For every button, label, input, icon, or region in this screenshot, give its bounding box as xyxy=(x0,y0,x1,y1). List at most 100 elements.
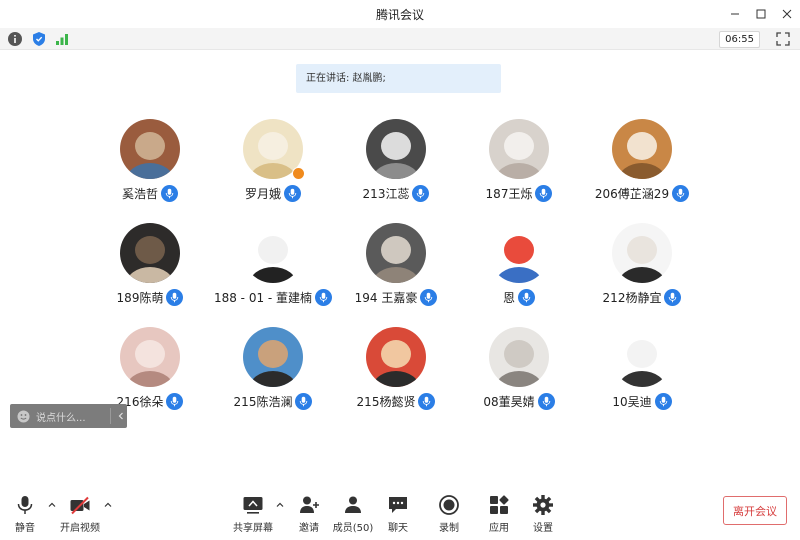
participant-card[interactable]: 194 王嘉豪 xyxy=(331,223,461,313)
fullscreen-icon[interactable] xyxy=(776,32,790,46)
chat-button[interactable]: 聊天 xyxy=(371,494,425,538)
chat-placeholder[interactable]: 说点什么... xyxy=(36,409,86,424)
microphone-icon xyxy=(166,393,184,410)
signal-icon[interactable] xyxy=(54,31,70,47)
share-screen-icon xyxy=(243,497,263,514)
avatar[interactable] xyxy=(612,119,672,179)
microphone-icon xyxy=(535,185,553,202)
avatar[interactable] xyxy=(612,223,672,283)
participant-name-line: 08董昊婧 xyxy=(454,393,584,410)
info-icon[interactable] xyxy=(7,31,23,47)
avatar[interactable] xyxy=(612,327,672,387)
video-label: 开启视频 xyxy=(60,523,100,534)
microphone-icon xyxy=(664,289,682,306)
settings-label: 设置 xyxy=(533,523,553,534)
microphone-icon xyxy=(672,185,690,202)
participant-name: 187王烁 xyxy=(485,187,533,201)
microphone-icon xyxy=(412,185,430,202)
avatar[interactable] xyxy=(366,119,426,179)
participant-name: 奚浩哲 xyxy=(121,187,158,201)
avatar[interactable] xyxy=(243,223,303,283)
participant-name: 215陈浩澜 xyxy=(233,395,293,409)
microphone-icon xyxy=(166,289,184,306)
microphone-icon xyxy=(420,289,438,306)
participant-name: 206傅芷涵29 xyxy=(594,187,670,201)
meeting-timer: 06:55 xyxy=(719,31,760,48)
microphone-icon xyxy=(654,393,672,410)
participant-card[interactable]: 206傅芷涵29 xyxy=(577,119,707,209)
participant-name: 恩 xyxy=(502,291,515,305)
participant-name-line: 194 王嘉豪 xyxy=(331,289,461,306)
participant-card[interactable]: 奚浩哲 xyxy=(85,119,215,209)
microphone-icon xyxy=(284,185,301,202)
chevron-left-icon[interactable] xyxy=(117,412,125,420)
title-bar: 腾讯会议 xyxy=(0,0,800,28)
participant-card[interactable]: 213江蕊 xyxy=(331,119,461,209)
participant-card[interactable]: 212杨静宜 xyxy=(577,223,707,313)
participant-name-line: 187王烁 xyxy=(454,185,584,202)
avatar[interactable] xyxy=(366,327,426,387)
shield-icon[interactable] xyxy=(31,31,47,47)
close-icon xyxy=(782,9,792,19)
participant-name: 189陈萌 xyxy=(116,291,164,305)
minimize-icon xyxy=(731,13,739,15)
members-label: 成员(50) xyxy=(332,523,374,534)
settings-button[interactable]: 设置 xyxy=(516,494,570,538)
participant-card[interactable]: 215陈浩澜 xyxy=(208,327,338,417)
avatar[interactable] xyxy=(120,119,180,179)
video-off-icon xyxy=(70,496,90,515)
avatar[interactable] xyxy=(489,327,549,387)
avatar[interactable] xyxy=(120,327,180,387)
record-icon xyxy=(439,495,459,515)
avatar[interactable] xyxy=(489,223,549,283)
participant-name: 10吴迪 xyxy=(612,395,652,409)
participant-card[interactable]: 215杨懿贤 xyxy=(331,327,461,417)
minimize-button[interactable] xyxy=(722,0,748,28)
participant-name-line: 213江蕊 xyxy=(331,185,461,202)
share-screen-label: 共享屏幕 xyxy=(233,523,273,534)
participant-name-line: 215陈浩澜 xyxy=(208,393,338,410)
participant-name: 188 - 01 - 董建楠 xyxy=(213,291,313,305)
participant-name-line: 189陈萌 xyxy=(85,289,215,306)
participant-name: 215杨懿贤 xyxy=(356,395,416,409)
participant-card[interactable]: 罗月娥 xyxy=(208,119,338,209)
participant-card[interactable]: 恩 xyxy=(454,223,584,313)
microphone-icon xyxy=(315,289,333,306)
avatar[interactable] xyxy=(366,223,426,283)
avatar[interactable] xyxy=(120,223,180,283)
divider xyxy=(110,408,111,424)
participant-card[interactable]: 188 - 01 - 董建楠 xyxy=(208,223,338,313)
microphone-icon xyxy=(17,496,33,514)
microphone-icon xyxy=(518,289,535,306)
record-label: 录制 xyxy=(439,523,459,534)
add-user-icon xyxy=(300,496,319,513)
emoji-icon[interactable] xyxy=(17,410,30,423)
maximize-icon xyxy=(756,9,766,19)
apps-icon xyxy=(490,495,509,514)
avatar[interactable] xyxy=(489,119,549,179)
close-button[interactable] xyxy=(774,0,800,28)
video-button[interactable]: 开启视频 xyxy=(53,494,107,538)
participant-name-line: 10吴迪 xyxy=(577,393,707,410)
avatar[interactable] xyxy=(243,327,303,387)
participant-name: 194 王嘉豪 xyxy=(354,291,418,305)
record-button[interactable]: 录制 xyxy=(422,494,476,538)
participant-card[interactable]: 189陈萌 xyxy=(85,223,215,313)
participant-name: 08董昊婧 xyxy=(483,395,535,409)
participant-name-line: 212杨静宜 xyxy=(577,289,707,306)
bottom-toolbar: 静音 开启视频 共享屏幕 邀请 成员(50) 聊天 录制 应用 设置 xyxy=(0,488,800,540)
participant-card[interactable]: 08董昊婧 xyxy=(454,327,584,417)
participant-name: 罗月娥 xyxy=(244,187,281,201)
participant-name-line: 恩 xyxy=(454,289,584,306)
chevron-up-icon[interactable] xyxy=(103,500,113,510)
host-badge-icon xyxy=(292,167,305,180)
participant-name-line: 188 - 01 - 董建楠 xyxy=(208,289,338,306)
mute-button[interactable]: 静音 xyxy=(0,494,52,538)
share-screen-button[interactable]: 共享屏幕 xyxy=(226,494,280,538)
participant-card[interactable]: 10吴迪 xyxy=(577,327,707,417)
maximize-button[interactable] xyxy=(748,0,774,28)
leave-meeting-button[interactable]: 离开会议 xyxy=(723,496,787,525)
microphone-icon xyxy=(161,185,178,202)
participant-card[interactable]: 187王烁 xyxy=(454,119,584,209)
chat-input-float[interactable]: 说点什么... xyxy=(10,404,127,428)
